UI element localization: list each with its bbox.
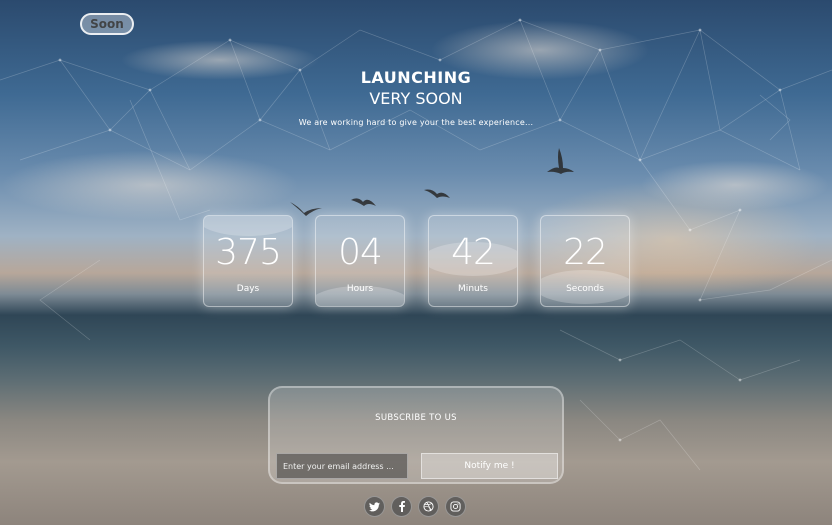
logo[interactable]: Soon — [80, 13, 134, 35]
countdown-minutes: 42 Minuts — [428, 215, 518, 307]
countdown-days-value: 375 — [215, 232, 282, 273]
heading-launching: LAUNCHING — [360, 68, 472, 87]
subscribe-title: SUBSCRIBE TO US — [375, 413, 457, 423]
countdown-days-label: Days — [236, 284, 260, 294]
social-links — [364, 496, 466, 517]
bird-icon — [547, 148, 574, 174]
countdown-minutes-value: 42 — [451, 232, 496, 273]
instagram-icon[interactable] — [445, 496, 466, 517]
subscribe-panel: SUBSCRIBE TO US Notify me ! — [268, 386, 564, 484]
twitter-icon[interactable] — [364, 496, 385, 517]
dribbble-icon[interactable] — [418, 496, 439, 517]
notify-button[interactable]: Notify me ! — [421, 453, 558, 479]
countdown-hours: 04 Hours — [315, 215, 405, 307]
countdown-seconds: 22 Seconds — [540, 215, 630, 307]
heading-very-soon: VERY SOON — [369, 89, 463, 108]
countdown-seconds-value: 22 — [563, 232, 608, 273]
bird-icon — [424, 189, 450, 198]
countdown-hours-value: 04 — [338, 232, 383, 273]
email-field[interactable] — [276, 453, 408, 479]
facebook-icon[interactable] — [391, 496, 412, 517]
bird-icon — [351, 198, 376, 206]
countdown-seconds-label: Seconds — [566, 284, 604, 294]
countdown-hours-label: Hours — [346, 284, 374, 294]
subtitle: We are working hard to give your the bes… — [298, 118, 534, 127]
countdown-minutes-label: Minuts — [458, 284, 488, 294]
countdown-days: 375 Days — [203, 215, 293, 307]
